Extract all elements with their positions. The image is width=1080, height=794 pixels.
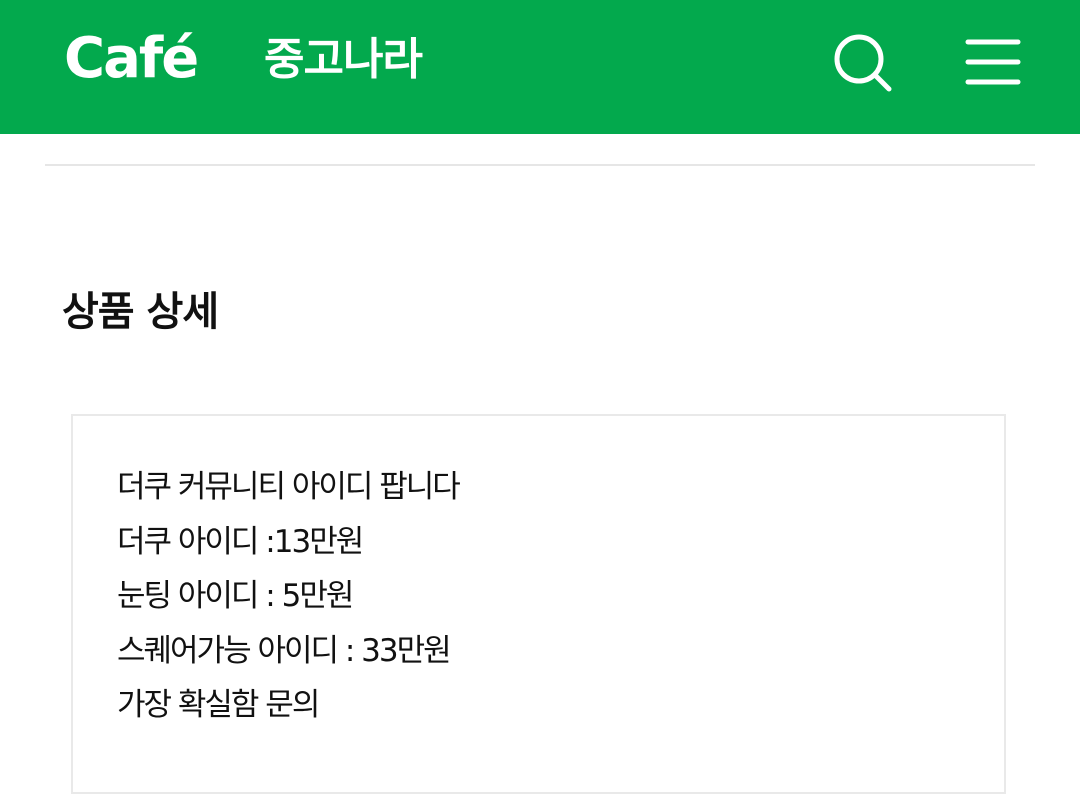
detail-line: 스퀘어가능 아이디 : 33만원	[117, 632, 452, 669]
cafe-name[interactable]: 중고나라	[264, 30, 423, 90]
search-icon	[834, 34, 892, 92]
cafe-logo[interactable]: Café	[64, 24, 199, 94]
detail-line: 더쿠 커뮤니티 아이디 팝니다	[117, 469, 461, 505]
product-detail-box: 더쿠 커뮤니티 아이디 팝니다 더쿠 아이디 :13만원 눈팅 아이디 : 5만…	[71, 414, 1006, 794]
detail-line: 눈팅 아이디 : 5만원	[117, 578, 354, 614]
product-detail-text: 더쿠 커뮤니티 아이디 팝니다 더쿠 아이디 :13만원 눈팅 아이디 : 5만…	[117, 460, 461, 733]
section-title: 상품 상세	[62, 289, 219, 335]
hamburger-menu-icon	[965, 39, 1021, 85]
menu-button[interactable]	[960, 34, 1024, 90]
detail-line: 가장 확실함 문의	[117, 687, 320, 723]
search-button[interactable]	[832, 32, 894, 94]
top-divider	[45, 164, 1035, 166]
detail-line: 더쿠 아이디 :13만원	[117, 523, 364, 560]
top-app-bar: Café 중고나라	[0, 0, 1080, 134]
